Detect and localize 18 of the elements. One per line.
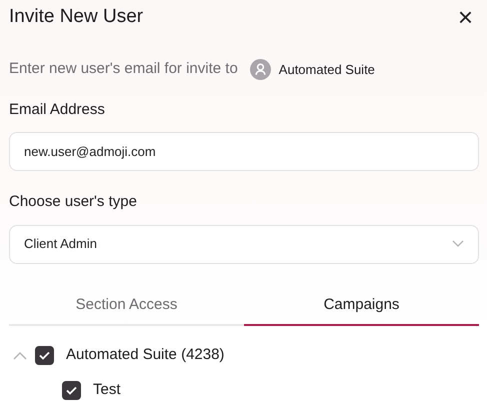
checkmark-icon <box>39 351 50 360</box>
tree-item-label: Test <box>93 380 121 400</box>
tab[interactable]: Campaigns <box>244 288 479 326</box>
user-type-select[interactable]: Client Admin <box>9 224 479 264</box>
checkbox[interactable] <box>62 381 81 400</box>
intro-text: Enter new user's email for invite to <box>9 59 238 79</box>
chevron-down-icon <box>452 240 464 248</box>
checkmark-icon <box>66 386 77 395</box>
dialog-title: Invite New User <box>9 6 144 28</box>
field-label: Email Address <box>9 100 106 120</box>
field-label: Choose user's type <box>9 192 138 212</box>
workspace-name: Automated Suite <box>278 60 375 78</box>
close-button[interactable]: × <box>452 4 479 30</box>
tree-item-label: Automated Suite (4238) <box>66 345 224 366</box>
avatar-icon <box>250 58 271 80</box>
checkbox[interactable] <box>35 346 54 365</box>
tab[interactable]: Section Access <box>9 288 244 326</box>
email-field[interactable]: new.user@admoji.com <box>9 132 479 171</box>
